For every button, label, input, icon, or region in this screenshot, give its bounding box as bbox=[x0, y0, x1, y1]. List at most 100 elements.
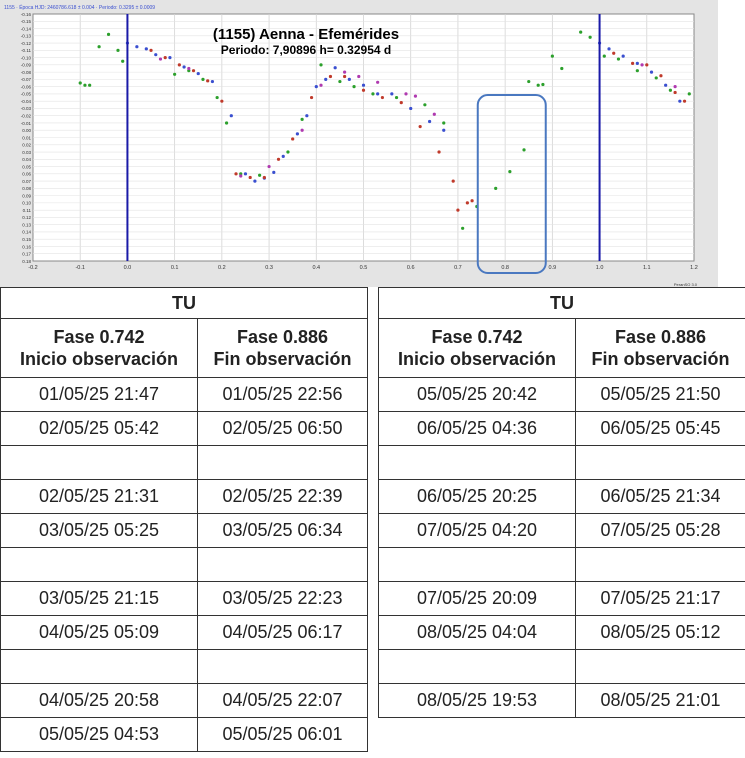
start-time-cell bbox=[0, 547, 198, 582]
end-time-cell: 08/05/25 21:01 bbox=[575, 683, 745, 718]
data-point bbox=[300, 128, 304, 132]
table-row: 08/05/25 04:04 08/05/25 05:12 bbox=[378, 615, 745, 650]
y-tick-label: 0.08 bbox=[22, 186, 31, 191]
start-time-cell: 04/05/25 05:09 bbox=[0, 615, 198, 650]
data-point bbox=[258, 173, 262, 177]
y-tick-label: -0.01 bbox=[21, 121, 32, 126]
data-point bbox=[607, 47, 611, 51]
end-time-cell: 05/05/25 21:50 bbox=[575, 377, 745, 412]
table-row: 07/05/25 04:20 07/05/25 05:28 bbox=[378, 513, 745, 548]
data-point bbox=[527, 79, 531, 84]
chart-subtitle: Periodo: 7,90896 h= 0.32954 d bbox=[221, 43, 391, 57]
data-point bbox=[536, 83, 540, 87]
data-point bbox=[640, 63, 644, 67]
column-header-end: Fase 0.886 Fin observación bbox=[197, 318, 368, 378]
table-row: 02/05/25 05:42 02/05/25 06:50 bbox=[0, 411, 368, 446]
y-tick-label: 0.12 bbox=[22, 215, 31, 220]
data-point bbox=[687, 92, 691, 96]
end-time-cell bbox=[197, 649, 368, 684]
start-time-cell: 08/05/25 19:53 bbox=[378, 683, 576, 718]
y-tick-label: -0.06 bbox=[21, 84, 32, 89]
data-point bbox=[437, 150, 441, 154]
data-point bbox=[229, 114, 233, 118]
end-time-cell bbox=[575, 649, 745, 684]
end-time-cell: 01/05/25 22:56 bbox=[197, 377, 368, 412]
data-point bbox=[253, 179, 257, 183]
end-time-cell: 02/05/25 22:39 bbox=[197, 479, 368, 514]
x-tick-label: 0.6 bbox=[407, 265, 415, 271]
data-point bbox=[215, 95, 219, 100]
data-point bbox=[163, 55, 167, 60]
y-tick-label: -0.16 bbox=[21, 12, 32, 17]
data-point bbox=[376, 92, 380, 96]
data-point bbox=[357, 74, 361, 79]
data-point bbox=[404, 92, 408, 96]
data-point bbox=[579, 30, 583, 34]
data-point bbox=[541, 82, 545, 87]
y-tick-label: -0.12 bbox=[21, 41, 32, 46]
data-point bbox=[371, 92, 375, 96]
lightcurve-panel: -0.2 -0.1 0.0 0.1 0.2 0.3 0.4 0.5 0.6 0.7 0.8 0.9 1.… bbox=[0, 0, 718, 287]
y-tick-label: -0.02 bbox=[21, 114, 32, 119]
x-tick-label: 0.7 bbox=[454, 265, 462, 271]
data-point bbox=[678, 99, 682, 103]
y-tick-label: 0.13 bbox=[22, 222, 31, 227]
table-row bbox=[0, 445, 368, 480]
table-row: 05/05/25 20:42 05/05/25 21:50 bbox=[378, 377, 745, 412]
data-point bbox=[78, 81, 82, 85]
data-point bbox=[376, 80, 380, 84]
chart-title: (1155) Aenna - Efemérides bbox=[213, 26, 399, 43]
data-point bbox=[456, 208, 460, 212]
data-point bbox=[418, 125, 422, 129]
data-point bbox=[319, 63, 323, 67]
data-point bbox=[286, 150, 290, 154]
table-title: TU bbox=[0, 287, 368, 319]
table-row: 06/05/25 04:36 06/05/25 05:45 bbox=[378, 411, 745, 446]
data-point bbox=[428, 119, 432, 124]
data-point bbox=[423, 103, 427, 107]
end-time-cell: 03/05/25 06:34 bbox=[197, 513, 368, 548]
data-point bbox=[361, 88, 366, 92]
data-point bbox=[343, 74, 347, 79]
data-point bbox=[635, 61, 639, 65]
data-point bbox=[621, 54, 625, 58]
data-point bbox=[635, 69, 639, 73]
data-point bbox=[442, 121, 446, 125]
ephemeris-table-right: TU Fase 0.742 Inicio observación Fase 0.8… bbox=[378, 287, 745, 718]
start-time-cell: 02/05/25 05:42 bbox=[0, 411, 198, 446]
y-tick-label: 0.01 bbox=[22, 135, 31, 140]
data-point bbox=[390, 92, 394, 96]
start-time-cell: 02/05/25 21:31 bbox=[0, 479, 198, 514]
y-tick-label: 0.07 bbox=[22, 179, 31, 184]
start-time-cell: 08/05/25 04:04 bbox=[378, 615, 576, 650]
data-point bbox=[239, 174, 243, 178]
data-point bbox=[248, 175, 252, 180]
x-tick-label: -0.1 bbox=[75, 265, 84, 271]
data-point bbox=[121, 59, 125, 63]
data-point bbox=[281, 154, 285, 158]
column-header-end: Fase 0.886 Fin observación bbox=[575, 318, 745, 378]
x-tick-label: 0.8 bbox=[501, 265, 509, 271]
y-tick-label: 0.04 bbox=[22, 157, 31, 162]
end-time-cell: 06/05/25 21:34 bbox=[575, 479, 745, 514]
start-time-cell: 07/05/25 04:20 bbox=[378, 513, 576, 548]
data-point bbox=[602, 54, 606, 58]
data-point bbox=[465, 201, 469, 205]
data-point bbox=[673, 85, 677, 89]
data-point bbox=[522, 148, 526, 152]
y-tick-label: -0.14 bbox=[21, 26, 32, 31]
data-point bbox=[158, 57, 163, 61]
x-tick-label: 0.5 bbox=[360, 265, 368, 271]
data-point bbox=[673, 90, 677, 95]
table-row: 03/05/25 05:25 03/05/25 06:34 bbox=[0, 513, 368, 548]
data-point bbox=[319, 83, 323, 87]
x-tick-label: 1.0 bbox=[596, 265, 604, 271]
data-point bbox=[210, 79, 215, 84]
start-time-cell: 05/05/25 04:53 bbox=[0, 717, 198, 752]
x-tick-label: 0.1 bbox=[171, 265, 179, 271]
data-point bbox=[333, 66, 337, 70]
data-point bbox=[267, 164, 271, 169]
data-point bbox=[413, 94, 418, 98]
table-row: 04/05/25 20:58 04/05/25 22:07 bbox=[0, 683, 368, 718]
lightcurve-chart: -0.2 -0.1 0.0 0.1 0.2 0.3 0.4 0.5 0.6 0.7 0.8 0.9 1.… bbox=[4, 4, 698, 287]
